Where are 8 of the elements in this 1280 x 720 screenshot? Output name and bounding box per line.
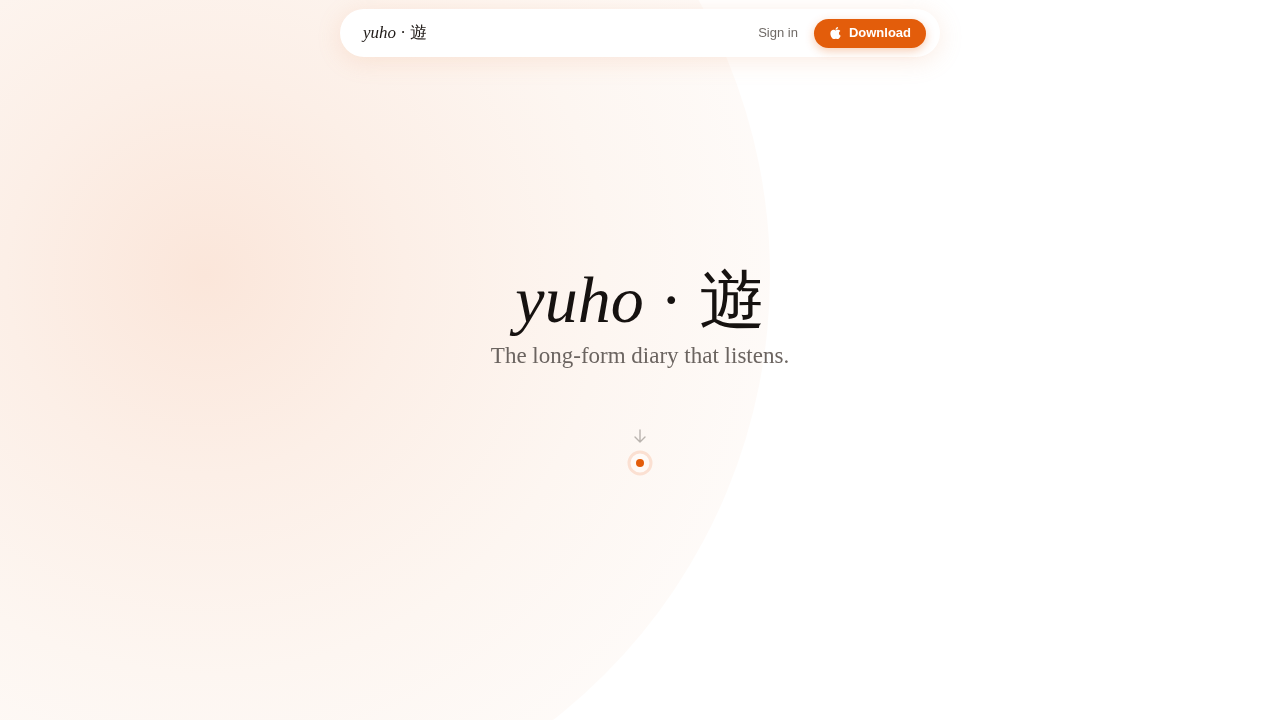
sign-in-link[interactable]: Sign in: [758, 23, 798, 43]
dot-ring-icon[interactable]: [627, 450, 653, 477]
logo[interactable]: yuho · 遊: [361, 20, 428, 46]
hero-tagline: The long-form diary that listens.: [490, 341, 790, 370]
hero-title: yuho · 遊: [503, 257, 777, 343]
apple-icon: [828, 26, 842, 40]
down-arrow-icon: [633, 429, 647, 444]
download-button[interactable]: Download: [813, 18, 926, 48]
